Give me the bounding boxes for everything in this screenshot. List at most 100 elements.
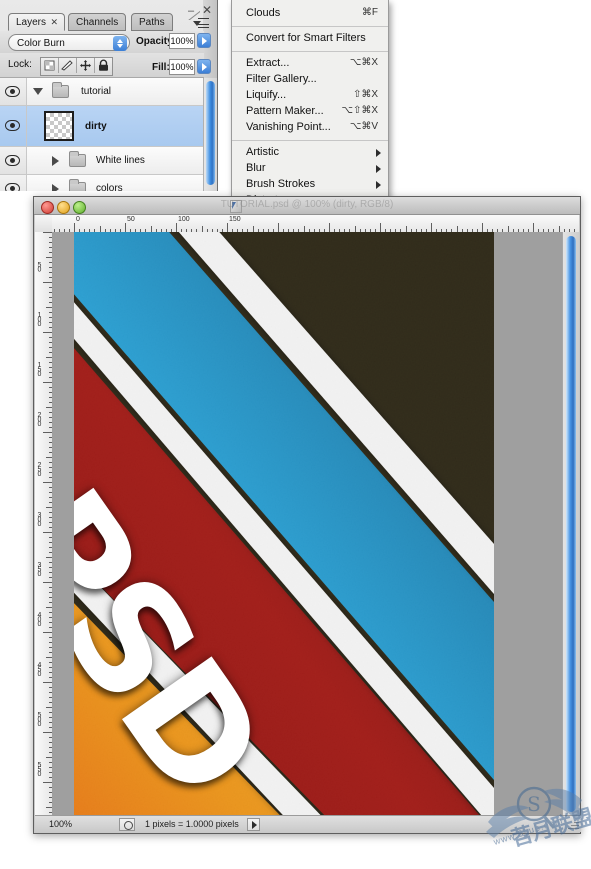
- ruler-label: 450: [36, 662, 42, 676]
- tab-layers[interactable]: Layers ✕: [8, 13, 65, 31]
- menu-separator: [232, 51, 388, 52]
- ruler-tick: [43, 332, 52, 333]
- ruler-tick: [329, 223, 330, 232]
- submenu-arrow-icon: [376, 165, 381, 173]
- menu-item-label: Vanishing Point...: [246, 121, 331, 133]
- fill-input[interactable]: 100%: [169, 59, 195, 75]
- fill-label: Fill:: [152, 62, 170, 73]
- ruler-tick: [380, 223, 381, 232]
- document-titlebar[interactable]: TUTORIAL.psd @ 100% (dirty, RGB/8): [34, 197, 580, 215]
- visibility-cell[interactable]: [0, 106, 27, 146]
- opacity-input[interactable]: 100%: [169, 33, 195, 49]
- disclosure-triangle-open-icon[interactable]: [33, 88, 43, 95]
- ruler-tick: [43, 782, 52, 783]
- menu-item-label: Pattern Maker...: [246, 105, 324, 117]
- ruler-label: 350: [36, 562, 42, 576]
- menu-item-filter-gallery[interactable]: Filter Gallery...: [232, 72, 388, 88]
- tab-channels-label: Channels: [76, 17, 118, 28]
- ruler-tick: [431, 223, 432, 232]
- eye-icon[interactable]: [5, 183, 20, 192]
- ruler-tick: [43, 632, 52, 633]
- visibility-cell[interactable]: [0, 147, 27, 174]
- menu-item-pattern-maker[interactable]: Pattern Maker... ⌥⇧⌘X: [232, 104, 388, 120]
- menu-item-clouds-repeat[interactable]: Clouds ⌘F: [232, 6, 388, 22]
- document-vertical-scrollbar-thumb[interactable]: [566, 236, 576, 812]
- ruler-label: 50: [127, 216, 135, 223]
- layers-panel: – ✕ Layers ✕ Channels Paths Color Burn O…: [0, 0, 218, 191]
- canvas-area[interactable]: PSD: [52, 232, 562, 815]
- menu-item-label: Clouds: [246, 7, 280, 19]
- horizontal-ruler[interactable]: 050100150: [52, 215, 579, 233]
- panel-tab-bar: Layers ✕ Channels Paths: [0, 13, 204, 31]
- status-preview-button[interactable]: [119, 818, 135, 831]
- blend-mode-stepper-icon[interactable]: [113, 36, 127, 51]
- layer-row-group-tutorial[interactable]: tutorial: [0, 78, 204, 106]
- blend-mode-select[interactable]: Color Burn: [8, 34, 130, 51]
- disclosure-triangle-closed-icon[interactable]: [52, 184, 59, 191]
- eye-icon[interactable]: [5, 120, 20, 131]
- menu-item-brush-strokes[interactable]: Brush Strokes: [232, 177, 388, 193]
- status-menu-arrow-icon[interactable]: [247, 818, 260, 831]
- menu-item-label: Filter Gallery...: [246, 73, 317, 85]
- ruler-tick: [43, 382, 52, 383]
- zoom-level[interactable]: 100%: [49, 819, 72, 829]
- visibility-cell[interactable]: [0, 78, 27, 105]
- menu-item-extract[interactable]: Extract... ⌥⌘X: [232, 56, 388, 72]
- artboard[interactable]: PSD: [74, 232, 494, 815]
- menu-item-shortcut: ⌥⌘V: [350, 121, 378, 132]
- menu-item-vanishing-point[interactable]: Vanishing Point... ⌥⌘V: [232, 120, 388, 136]
- menu-item-label: Blur: [246, 162, 266, 174]
- ruler-label: 150: [229, 216, 241, 223]
- ruler-tick: [43, 232, 52, 233]
- visibility-cell[interactable]: [0, 175, 27, 191]
- document-statusbar: 100% 1 pixels = 1.0000 pixels: [35, 815, 581, 832]
- menu-item-label: Brush Strokes: [246, 178, 315, 190]
- ruler-label: 250: [36, 462, 42, 476]
- ruler-tick: [43, 682, 52, 683]
- ruler-tick: [74, 223, 75, 232]
- ruler-tick: [43, 732, 52, 733]
- ruler-label: 300: [36, 512, 42, 526]
- layer-row-dirty[interactable]: dirty: [0, 106, 204, 147]
- tab-paths[interactable]: Paths: [131, 13, 173, 31]
- ruler-tick: [43, 582, 52, 583]
- ruler-tick: [227, 223, 228, 232]
- layer-thumbnail[interactable]: [44, 111, 74, 141]
- window-resize-grip[interactable]: [566, 817, 579, 830]
- menu-item-artistic[interactable]: Artistic: [232, 145, 388, 161]
- eye-icon[interactable]: [5, 155, 20, 166]
- document-vertical-scrollbar[interactable]: [562, 232, 579, 815]
- layer-row-group-colors[interactable]: colors: [0, 175, 204, 191]
- ruler-tick: [533, 223, 534, 232]
- disclosure-triangle-closed-icon[interactable]: [52, 156, 59, 166]
- layer-list[interactable]: tutorial dirty White lines colors: [0, 78, 204, 191]
- layer-row-group-white-lines[interactable]: White lines: [0, 147, 204, 175]
- eye-icon[interactable]: [5, 86, 20, 97]
- ruler-label: 550: [36, 762, 42, 776]
- ruler-corner[interactable]: [35, 215, 53, 233]
- vertical-ruler[interactable]: 50100150200250300350400450500550: [35, 232, 53, 815]
- tab-close-icon[interactable]: ✕: [50, 17, 58, 28]
- layer-name: tutorial: [81, 86, 111, 97]
- layer-list-scrollbar-thumb[interactable]: [206, 81, 215, 185]
- all-lock-icon[interactable]: [95, 58, 112, 73]
- ruler-tick: [43, 482, 52, 483]
- opacity-stepper-icon[interactable]: [197, 33, 211, 48]
- ruler-tick: [125, 223, 126, 232]
- menu-item-shortcut: ⌥⌘X: [350, 57, 378, 68]
- position-lock-icon[interactable]: [77, 58, 95, 73]
- tab-channels[interactable]: Channels: [68, 13, 126, 31]
- image-lock-icon[interactable]: [59, 58, 77, 73]
- ruler-label: 100: [36, 312, 42, 326]
- layer-name: White lines: [96, 155, 145, 166]
- menu-item-convert-for-smart-filters[interactable]: Convert for Smart Filters: [232, 31, 388, 47]
- menu-item-liquify[interactable]: Liquify... ⇧⌘X: [232, 88, 388, 104]
- ruler-label: 50: [36, 262, 42, 271]
- menu-item-label: Artistic: [246, 146, 279, 158]
- tab-paths-label: Paths: [139, 17, 165, 28]
- layer-list-scrollbar[interactable]: [203, 78, 217, 191]
- folder-icon: [69, 182, 86, 191]
- fill-stepper-icon[interactable]: [197, 59, 211, 74]
- transparency-lock-icon[interactable]: [41, 58, 59, 73]
- menu-item-blur[interactable]: Blur: [232, 161, 388, 177]
